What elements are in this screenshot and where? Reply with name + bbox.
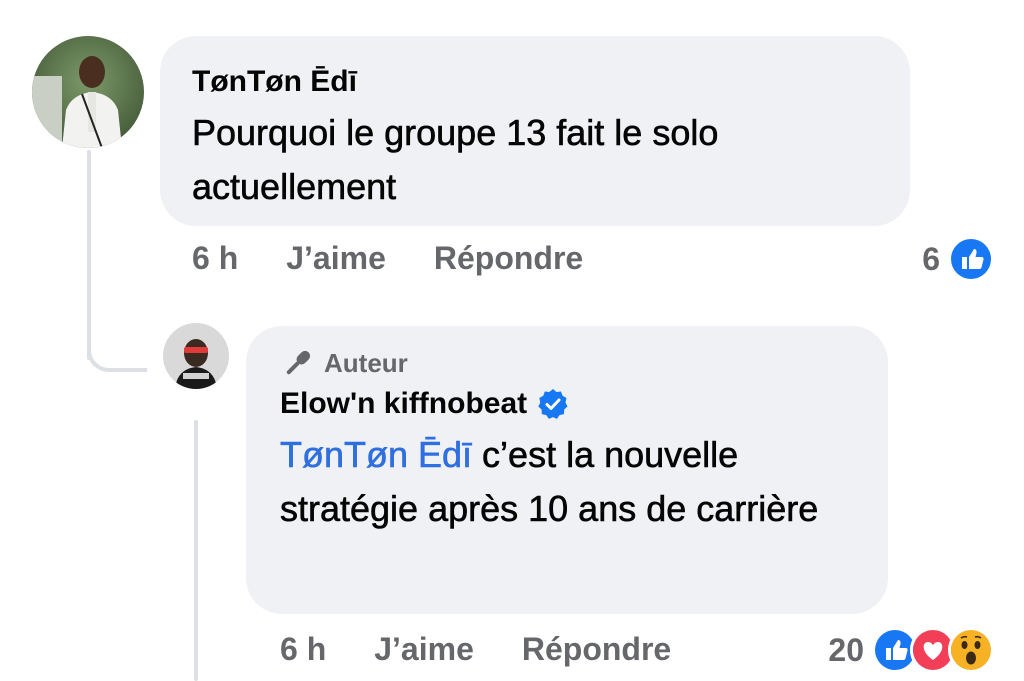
reaction-count: 20 (828, 631, 864, 668)
reaction-summary[interactable]: 6 (922, 236, 994, 282)
reply-button[interactable]: Répondre (434, 240, 583, 277)
thread-connector (87, 320, 147, 372)
avatar[interactable] (32, 36, 144, 148)
comment-bubble: TønTøn Ēdī Pourquoi le groupe 13 fait le… (160, 36, 910, 226)
author-badge-label: Auteur (324, 348, 408, 378)
comment-author[interactable]: TønTøn Ēdī (192, 64, 878, 100)
reaction-summary[interactable]: 20 (828, 627, 994, 673)
mention-link[interactable]: TønTøn Ēdī (280, 434, 473, 476)
user-photo (163, 323, 229, 389)
verified-badge-icon (538, 389, 568, 419)
author-badge: Auteur (280, 346, 854, 380)
reply-actions: 6 h J’aime Répondre (280, 631, 671, 668)
comment-timestamp[interactable]: 6 h (192, 240, 238, 277)
comment-thread: TønTøn Ēdī Pourquoi le groupe 13 fait le… (0, 0, 1024, 681)
comment-actions: 6 h J’aime Répondre (192, 240, 583, 277)
user-photo (32, 36, 144, 148)
reaction-count: 6 (922, 240, 940, 277)
like-icon (948, 236, 994, 282)
microphone-icon (286, 350, 311, 375)
comment-text: Pourquoi le groupe 13 fait le solo actue… (192, 112, 719, 208)
reply-author-row: Elow'n kiffnobeat (280, 386, 854, 422)
reply-timestamp[interactable]: 6 h (280, 631, 326, 668)
reply-bubble: Auteur Elow'n kiffnobeat TønTøn Ēdī c’es… (246, 326, 888, 614)
reply-button[interactable]: Répondre (522, 631, 671, 668)
avatar[interactable] (163, 323, 229, 389)
reply-author[interactable]: Elow'n kiffnobeat (280, 386, 527, 422)
wow-icon (948, 627, 994, 673)
like-button[interactable]: J’aime (374, 631, 474, 668)
reply-text: TønTøn Ēdī c’est la nouvelle stratégie a… (280, 428, 854, 536)
like-button[interactable]: J’aime (286, 240, 386, 277)
reply-thread-line (194, 420, 198, 681)
